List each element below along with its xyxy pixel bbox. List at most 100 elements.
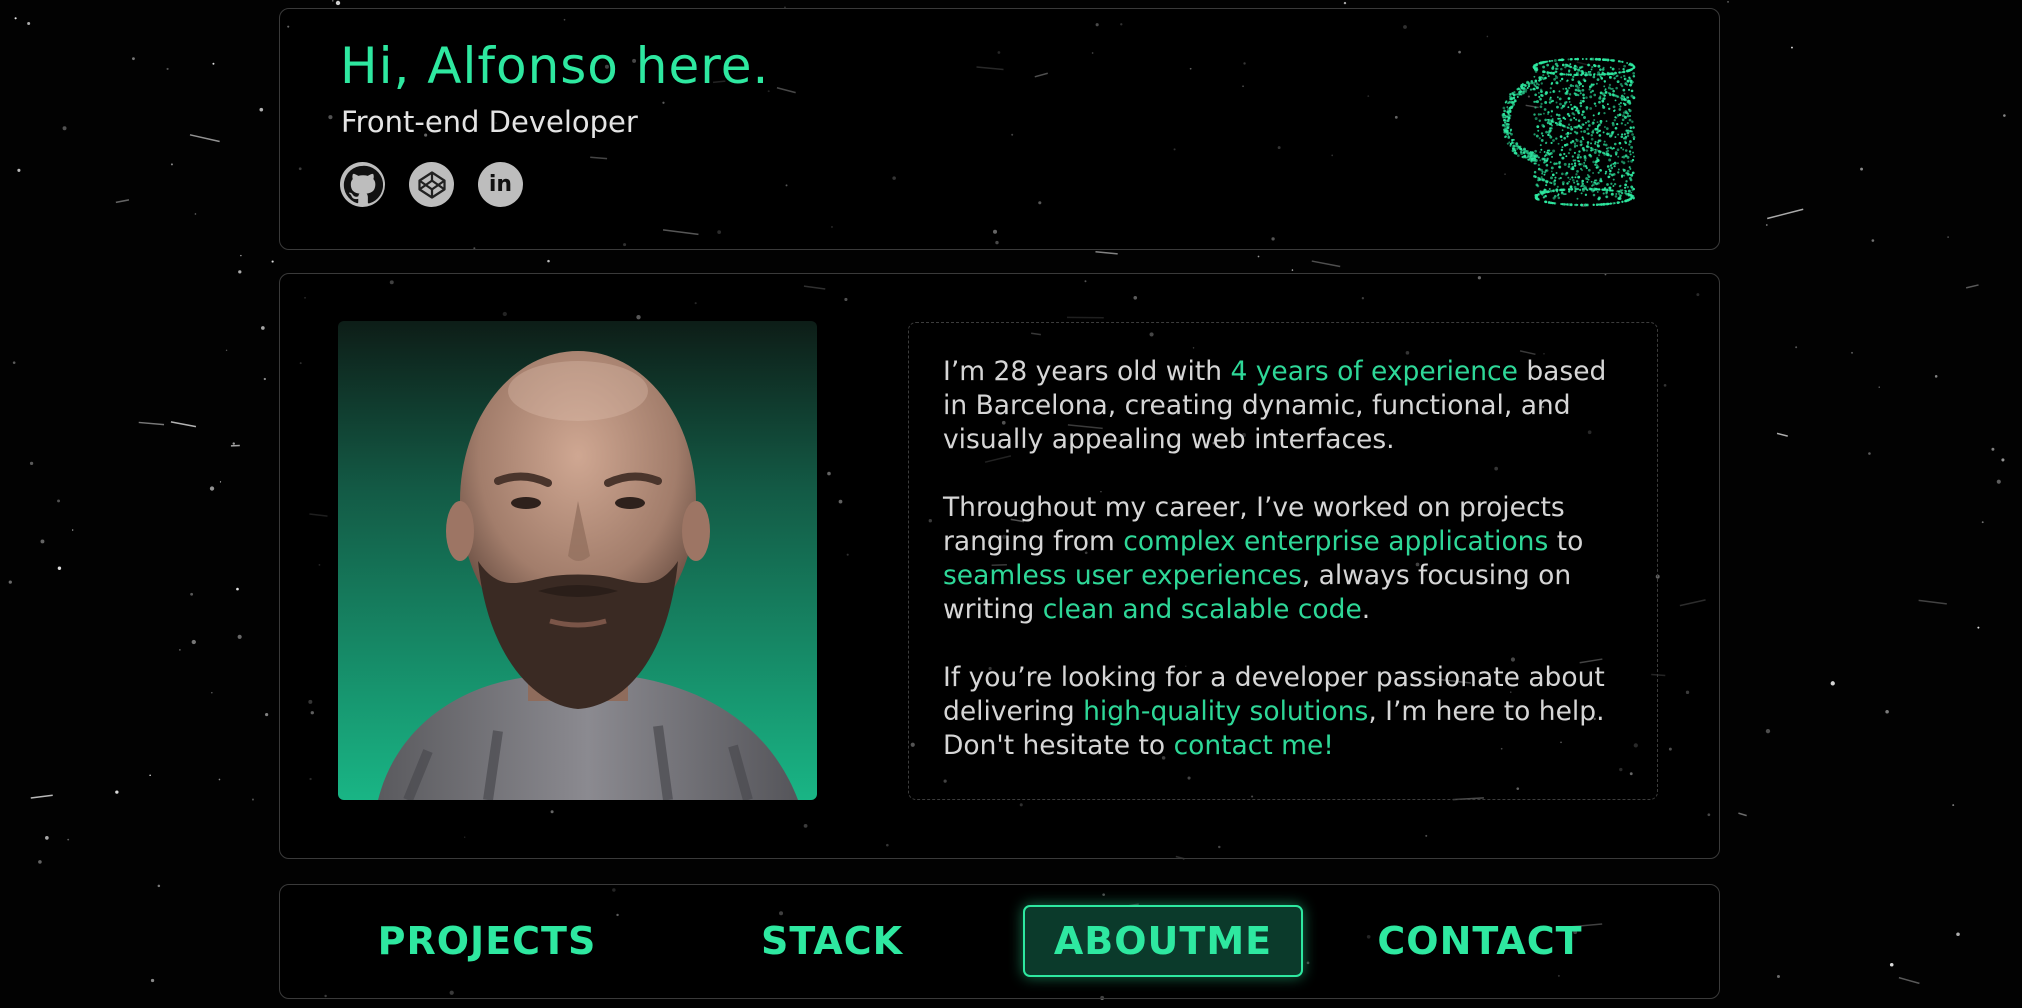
mug-dot bbox=[1528, 152, 1532, 155]
star-streak bbox=[1918, 599, 1947, 605]
mug-dot bbox=[1542, 77, 1545, 81]
star bbox=[17, 168, 21, 172]
mug-dot bbox=[1616, 148, 1620, 152]
mug-dot bbox=[1508, 100, 1512, 104]
mug-dot bbox=[1613, 72, 1616, 75]
star bbox=[225, 349, 228, 352]
star bbox=[40, 539, 45, 544]
star bbox=[1871, 239, 1875, 242]
mug-dot bbox=[1624, 186, 1627, 189]
star bbox=[237, 634, 242, 639]
star bbox=[1947, 236, 1949, 238]
mug-dot bbox=[1589, 107, 1593, 110]
star bbox=[236, 587, 239, 591]
mug-dot bbox=[1580, 74, 1583, 76]
star-streak bbox=[1738, 812, 1747, 817]
bio-paragraph-1: I’m 28 years old with 4 years of experie… bbox=[943, 355, 1623, 457]
mug-dot bbox=[1629, 167, 1632, 170]
mug-dot bbox=[1632, 155, 1635, 158]
mug-dot bbox=[1628, 114, 1632, 118]
mug-dot bbox=[1561, 129, 1564, 132]
mug-dot bbox=[1548, 149, 1551, 152]
role-subtitle: Front-end Developer bbox=[341, 105, 638, 139]
mug-dot bbox=[1624, 123, 1627, 127]
greeting-title: Hi, Alfonso here. bbox=[340, 37, 770, 95]
mug-dot bbox=[1506, 129, 1509, 132]
mug-dot bbox=[1558, 117, 1561, 120]
mug-dot bbox=[1598, 139, 1602, 142]
mug-dot bbox=[1627, 198, 1630, 202]
mug-dot bbox=[1609, 72, 1613, 76]
page: Hi, Alfonso here. Front-end Developer in bbox=[0, 0, 2022, 1008]
mug-dot bbox=[1540, 177, 1544, 181]
mug-dot bbox=[1585, 203, 1589, 207]
mug-dot bbox=[1596, 141, 1600, 144]
star bbox=[194, 213, 197, 215]
mug-dot bbox=[1518, 91, 1521, 94]
star bbox=[166, 67, 169, 71]
mug-dot bbox=[1590, 83, 1594, 86]
star-streak bbox=[1965, 284, 1979, 289]
mug-dot bbox=[1504, 101, 1507, 104]
nav-projects[interactable]: PROJECTS bbox=[372, 905, 602, 977]
mug-dot bbox=[1583, 79, 1587, 83]
mug-dot bbox=[1610, 182, 1613, 185]
star bbox=[1991, 447, 1995, 451]
mug-dot bbox=[1566, 79, 1569, 82]
star bbox=[157, 884, 161, 888]
mug-dot bbox=[1600, 73, 1604, 76]
mug-dot bbox=[1624, 140, 1627, 143]
mug-dot bbox=[1602, 72, 1606, 76]
mug-dot bbox=[1543, 173, 1546, 176]
mug-dot bbox=[1609, 189, 1612, 192]
mug-dot bbox=[1580, 203, 1584, 207]
bio-paragraph-3: If you’re looking for a developer passio… bbox=[943, 661, 1623, 763]
star-streak bbox=[1776, 432, 1788, 437]
mug-dot bbox=[1628, 62, 1632, 66]
mug-dot bbox=[1581, 58, 1584, 60]
mug-dot bbox=[1595, 166, 1598, 169]
mug-dot bbox=[1576, 203, 1579, 206]
mug-dot bbox=[1533, 100, 1536, 103]
mug-dot bbox=[1586, 73, 1589, 77]
mug-dot bbox=[1591, 65, 1594, 69]
mug-dot bbox=[1546, 71, 1550, 74]
github-link[interactable] bbox=[340, 162, 385, 207]
mug-dot bbox=[1579, 89, 1582, 93]
mug-dot bbox=[1570, 127, 1574, 131]
mug-dot bbox=[1540, 102, 1543, 105]
star bbox=[240, 254, 242, 257]
mug-dot bbox=[1557, 196, 1561, 200]
nav-stack[interactable]: STACK bbox=[757, 905, 907, 977]
mug-dot bbox=[1592, 83, 1595, 86]
mug-dot bbox=[1508, 141, 1511, 144]
mug-dot bbox=[1560, 139, 1563, 142]
mug-dot bbox=[1623, 92, 1626, 95]
mug-dot bbox=[1594, 142, 1597, 145]
mug-dot bbox=[1545, 180, 1549, 184]
mug-dot bbox=[1572, 159, 1575, 162]
linkedin-link[interactable]: in bbox=[478, 162, 523, 207]
mug-dot bbox=[1579, 156, 1582, 159]
star bbox=[1765, 728, 1771, 734]
mug-dot bbox=[1534, 80, 1538, 84]
nav-aboutme[interactable]: ABOUTME bbox=[1023, 905, 1303, 977]
mug-dot bbox=[1585, 121, 1587, 124]
star bbox=[1851, 351, 1853, 354]
codepen-link[interactable] bbox=[409, 162, 454, 207]
star-streak bbox=[138, 421, 165, 426]
mug-dot bbox=[1576, 144, 1579, 147]
star bbox=[57, 566, 62, 570]
mug-dot bbox=[1565, 155, 1568, 158]
mug-dot bbox=[1552, 189, 1555, 192]
mug-dot bbox=[1572, 85, 1575, 88]
mug-dot bbox=[1607, 146, 1610, 149]
mug-dot bbox=[1554, 121, 1558, 125]
mug-dot bbox=[1574, 84, 1578, 88]
mug-dot bbox=[1592, 193, 1596, 197]
nav-contact[interactable]: CONTACT bbox=[1377, 905, 1581, 977]
mug-dot bbox=[1601, 151, 1605, 154]
mug-dot bbox=[1602, 58, 1606, 62]
mug-dot bbox=[1570, 162, 1574, 166]
mug-dot bbox=[1629, 173, 1632, 176]
